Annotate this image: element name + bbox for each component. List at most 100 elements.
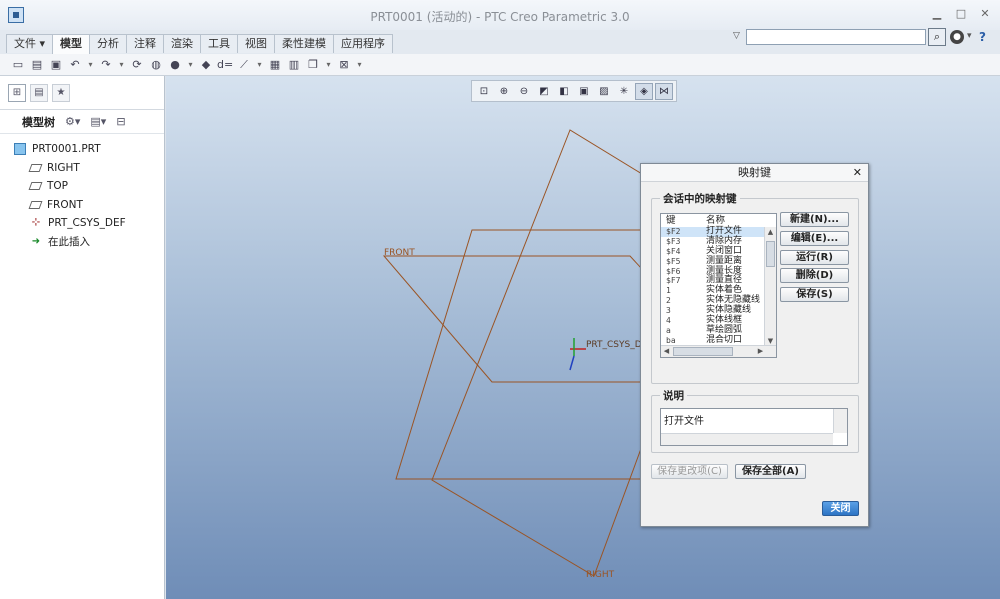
repaint-icon[interactable]: ◩: [535, 83, 553, 100]
render-icon[interactable]: ▦: [267, 57, 283, 73]
tab-4[interactable]: 工具: [200, 34, 239, 53]
quick-access-toolbar: ▭ ▤ ▣ ↶ ▾ ↷ ▾ ⟳ ◍ ● ▾ ◆ d= ⟋ ▾ ▦ ▥ ❐ ▾ ⊠…: [0, 54, 1000, 76]
regenerate-icon[interactable]: ⟳: [129, 57, 145, 73]
scroll-thumb[interactable]: [766, 241, 775, 267]
redo-icon[interactable]: ↷: [98, 57, 114, 73]
description-title: 说明: [660, 388, 687, 403]
tree-item-label: RIGHT: [47, 161, 80, 174]
close-dialog-button[interactable]: 关闭: [822, 501, 859, 516]
run-mapkey-button[interactable]: 运行(R): [780, 250, 849, 265]
search-icon[interactable]: ⌕: [928, 28, 946, 46]
dimension-icon[interactable]: d=: [217, 57, 233, 73]
tree-item[interactable]: FRONT: [0, 196, 164, 215]
tree-item-label: 在此插入: [48, 236, 90, 249]
tab-0[interactable]: 模型: [52, 34, 91, 54]
zoom-in-icon[interactable]: ⊕: [495, 83, 513, 100]
sphere-icon[interactable]: ●: [167, 57, 183, 73]
graphics-toolbar: ⊡ ⊕ ⊖ ◩ ◧ ▣ ▨ ✳ ◈ ⋈: [471, 80, 677, 102]
tab-1[interactable]: 分析: [89, 34, 128, 53]
spin-center-icon[interactable]: ◈: [635, 82, 653, 100]
tab-5[interactable]: 视图: [237, 34, 276, 53]
show-icon[interactable]: ▤▾: [90, 115, 106, 128]
list-vertical-scrollbar[interactable]: ▲ ▼: [764, 227, 776, 347]
settings-tools-icon[interactable]: ⚙▾: [65, 115, 80, 128]
mapkey-key: 2: [666, 296, 671, 306]
save-mapkey-button[interactable]: 保存(S): [780, 287, 849, 302]
tab-7[interactable]: 应用程序: [333, 34, 394, 53]
windows-chevron-icon[interactable]: ▾: [324, 57, 333, 73]
measure-chevron-icon[interactable]: ▾: [255, 57, 264, 73]
csys-icon: ⊹: [31, 217, 41, 229]
search-input[interactable]: [746, 29, 926, 45]
minimize-icon[interactable]: ▁: [930, 7, 944, 21]
filter-icon[interactable]: ⊟: [116, 115, 125, 128]
close-window-icon[interactable]: ⊠: [336, 57, 352, 73]
model-tree-tab-icon[interactable]: ⊞: [8, 84, 26, 102]
mapkeys-list[interactable]: 键 名称 $F2 打开文件 $F3 清除内存 $F4 关闭窗口 $F5 测量距离 $F6 测量长度…: [660, 213, 777, 358]
folder-browser-tab-icon[interactable]: ▤: [30, 84, 48, 102]
undo-icon[interactable]: ↶: [67, 57, 83, 73]
new-file-icon[interactable]: ▭: [10, 57, 26, 73]
windows-icon[interactable]: ❐: [305, 57, 321, 73]
scroll-right-icon[interactable]: ▶: [755, 346, 766, 357]
scroll-left-icon[interactable]: ◀: [661, 346, 672, 357]
help-icon[interactable]: ?: [979, 30, 986, 44]
mapkey-key: $F5: [666, 256, 681, 266]
annotation-display-icon[interactable]: ⋈: [655, 82, 673, 100]
user-chevron-down-icon[interactable]: ▾: [967, 31, 972, 41]
dialog-close-icon[interactable]: ✕: [853, 166, 862, 179]
hscroll-thumb[interactable]: [673, 347, 733, 356]
datum-plane-icon: [28, 182, 43, 191]
mapkey-key: $F7: [666, 276, 681, 286]
close-icon[interactable]: ✕: [978, 7, 992, 21]
scroll-up-icon[interactable]: ▲: [765, 227, 776, 238]
maximize-icon[interactable]: □: [954, 7, 968, 21]
save-changes-button[interactable]: 保存更改项(C): [651, 464, 728, 479]
redo-chevron-icon[interactable]: ▾: [117, 57, 126, 73]
description-vertical-scrollbar[interactable]: [833, 409, 847, 433]
cube-icon[interactable]: ◆: [198, 57, 214, 73]
favorites-tab-icon[interactable]: ★: [52, 84, 70, 102]
save-icon[interactable]: ▣: [48, 57, 64, 73]
zoom-out-icon[interactable]: ⊖: [515, 83, 533, 100]
appearance-icon[interactable]: ◍: [148, 57, 164, 73]
save-all-button[interactable]: 保存全部(A): [735, 464, 806, 479]
sphere-chevron-icon[interactable]: ▾: [186, 57, 195, 73]
refit-icon[interactable]: ⊡: [475, 83, 493, 100]
model-tree-panel: ⊞ ▤ ★ 模型树 ⚙▾ ▤▾ ⊟ PRT0001.PRT RIGHT TOP FRO…: [0, 76, 165, 599]
measure-icon[interactable]: ⟋: [236, 57, 252, 73]
mapkey-key: 1: [666, 286, 671, 296]
new-mapkey-button[interactable]: 新建(N)...: [780, 212, 849, 227]
edit-mapkey-button[interactable]: 编辑(E)...: [780, 231, 849, 246]
graphics-window[interactable]: ⊡ ⊕ ⊖ ◩ ◧ ▣ ▨ ✳ ◈ ⋈ FRONT RIGHT PRT_CSYS…: [166, 76, 1000, 599]
tab-2[interactable]: 注释: [126, 34, 165, 53]
datum-plane-icon: [28, 163, 43, 172]
customize-chevron-icon[interactable]: ▾: [355, 57, 364, 73]
description-horizontal-scrollbar[interactable]: [661, 433, 833, 445]
tree-item[interactable]: PRT0001.PRT: [0, 140, 164, 159]
tree-item[interactable]: ➜ 在此插入: [0, 233, 164, 252]
search-options-chevron-icon[interactable]: ▽: [733, 31, 740, 41]
mapkey-rows: $F2 打开文件 $F3 清除内存 $F4 关闭窗口 $F5 测量距离 $F6 测量长度 $F7 测量…: [661, 226, 776, 346]
view-manager-icon[interactable]: ▨: [595, 83, 613, 100]
front-plane-label: FRONT: [384, 248, 415, 258]
saved-views-icon[interactable]: ▣: [575, 83, 593, 100]
open-folder-icon[interactable]: ▤: [29, 57, 45, 73]
description-field[interactable]: 打开文件: [660, 408, 848, 446]
delete-mapkey-button[interactable]: 删除(D): [780, 268, 849, 283]
list-horizontal-scrollbar[interactable]: ◀ ▶: [661, 345, 776, 357]
column-key[interactable]: 键: [661, 214, 706, 227]
display-style-icon[interactable]: ◧: [555, 83, 573, 100]
dialog-title: 映射键: [641, 164, 868, 182]
tab-6[interactable]: 柔性建模: [274, 34, 335, 53]
file-menu[interactable]: 文件 ▾: [6, 34, 54, 53]
datum-display-icon[interactable]: ✳: [615, 83, 633, 100]
window-title: PRT0001 (活动的) - PTC Creo Parametric 3.0: [370, 10, 630, 24]
tree-item[interactable]: ⊹ PRT_CSYS_DEF: [0, 214, 164, 233]
user-icon[interactable]: ●: [950, 30, 964, 44]
tree-item[interactable]: RIGHT: [0, 159, 164, 178]
undo-chevron-icon[interactable]: ▾: [86, 57, 95, 73]
tab-3[interactable]: 渲染: [163, 34, 202, 53]
hierarchy-icon[interactable]: ▥: [286, 57, 302, 73]
tree-item[interactable]: TOP: [0, 177, 164, 196]
